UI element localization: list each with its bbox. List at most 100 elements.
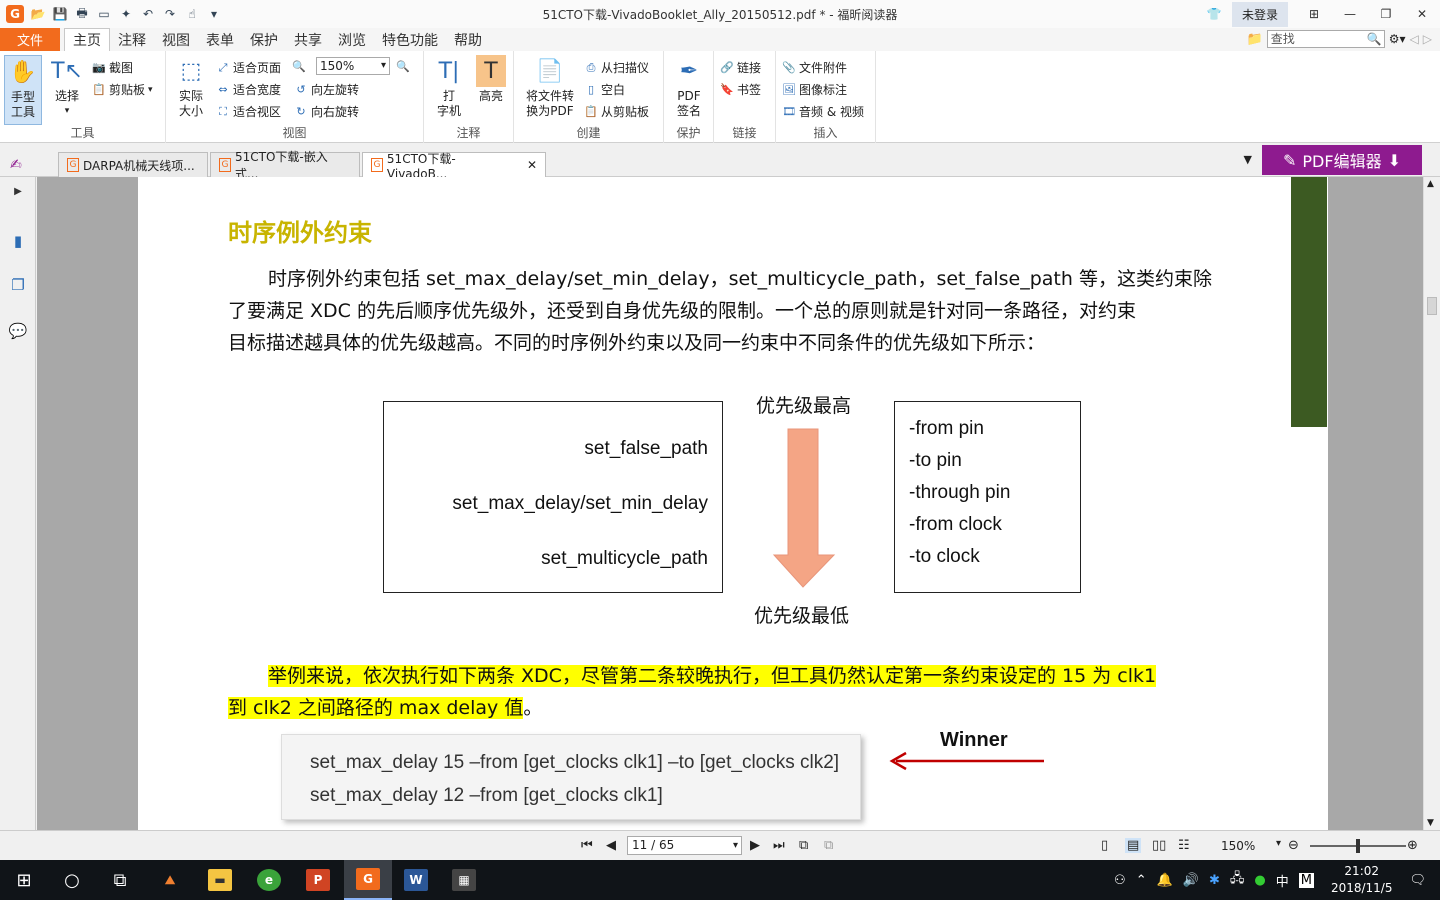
tray-expand-icon[interactable]: ⌃ bbox=[1136, 873, 1147, 888]
search-input[interactable]: 查找 🔍 bbox=[1266, 30, 1385, 48]
skin-icon[interactable]: 👕 bbox=[1196, 0, 1232, 28]
customize-qat-icon[interactable]: ▾ bbox=[206, 6, 222, 22]
page-number-input[interactable]: 11 / 65 bbox=[627, 836, 742, 855]
calculator-icon[interactable]: ▦ bbox=[440, 860, 488, 900]
bookmark-button[interactable]: 🔖 书签 bbox=[720, 81, 761, 98]
new-doc-icon[interactable]: ✦ bbox=[118, 6, 134, 22]
close-button[interactable]: ✕ bbox=[1404, 0, 1440, 28]
next-result-icon[interactable]: ▷ bbox=[1423, 32, 1432, 46]
security-icon[interactable]: ● bbox=[1254, 873, 1265, 888]
scroll-up-icon[interactable]: ▲ bbox=[1427, 179, 1434, 189]
blank-button[interactable]: ▯ 空白 bbox=[584, 81, 625, 98]
file-menu[interactable]: 文件 bbox=[0, 28, 60, 51]
powerpoint-icon[interactable]: P bbox=[294, 860, 342, 900]
zoom-slider[interactable] bbox=[1310, 839, 1406, 853]
zoom-level[interactable]: 150% bbox=[1221, 839, 1255, 853]
convert-to-pdf-button[interactable]: 📄 将文件转 换为PDF bbox=[522, 55, 578, 119]
layers-icon[interactable]: ❐ bbox=[9, 275, 27, 295]
doc-tab-3[interactable]: G 51CTO下载-VivadoB... ✕ bbox=[362, 152, 546, 181]
undo-icon[interactable]: ↶ bbox=[140, 6, 156, 22]
save-icon[interactable]: 💾 bbox=[52, 6, 68, 22]
ime-indicator[interactable]: 中 bbox=[1276, 871, 1289, 890]
properties-icon[interactable]: ▭ bbox=[96, 6, 112, 22]
select-tool-button[interactable]: T↖ 选择 ▾ bbox=[50, 55, 84, 119]
clipboard-button[interactable]: 📋 剪贴板 ▾ bbox=[92, 81, 152, 98]
link-button[interactable]: 🔗 链接 bbox=[720, 59, 761, 76]
tab-features[interactable]: 特色功能 bbox=[374, 28, 446, 51]
print-icon[interactable]: 🖶 bbox=[74, 6, 90, 22]
open-folder-icon[interactable]: 📂 bbox=[30, 6, 46, 22]
file-explorer-icon[interactable]: ▬ bbox=[196, 860, 244, 900]
notification-bell-icon[interactable]: 🔔 bbox=[1157, 873, 1173, 888]
scroll-down-icon[interactable]: ▼ bbox=[1427, 818, 1434, 828]
continuous-facing-icon[interactable]: ☷ bbox=[1178, 838, 1190, 853]
single-page-icon[interactable]: ▯ bbox=[1101, 838, 1108, 853]
system-clock[interactable]: 21:02 2018/11/5 bbox=[1331, 863, 1393, 897]
foxit-reader-taskbar-icon[interactable]: G bbox=[344, 860, 392, 900]
ribbon-toggle-icon[interactable]: ⊞ bbox=[1296, 0, 1332, 28]
hand-tool-button[interactable]: ✋ 手型 工具 bbox=[4, 55, 42, 125]
close-tab-icon[interactable]: ✕ bbox=[527, 158, 537, 172]
vertical-scrollbar[interactable]: ▲ ▼ bbox=[1423, 177, 1440, 830]
tab-list-dropdown-icon[interactable]: ▼ bbox=[1244, 153, 1252, 166]
tab-form[interactable]: 表单 bbox=[198, 28, 242, 51]
tab-browse[interactable]: 浏览 bbox=[330, 28, 374, 51]
pdf-sign-button[interactable]: ✒ PDF 签名 bbox=[670, 55, 708, 119]
zoom-slider-knob[interactable] bbox=[1356, 839, 1360, 853]
doc-tab-2[interactable]: G 51CTO下载-嵌入式... bbox=[210, 150, 360, 181]
pages-icon[interactable]: ▮ bbox=[9, 231, 27, 251]
pdf-editor-button[interactable]: ✎ PDF编辑器 ⬇ bbox=[1262, 145, 1422, 175]
people-icon[interactable]: ⚇ bbox=[1114, 873, 1126, 888]
last-page-icon[interactable]: ⏭ bbox=[773, 838, 785, 853]
fit-visible-button[interactable]: ⛶ 适合视区 bbox=[216, 103, 281, 120]
prev-view-icon[interactable]: ⧉ bbox=[799, 838, 808, 853]
redo-icon[interactable]: ↷ bbox=[162, 6, 178, 22]
tab-share[interactable]: 共享 bbox=[286, 28, 330, 51]
screenshot-button[interactable]: 📷 截图 bbox=[92, 59, 133, 76]
expand-panel-icon[interactable]: ▶ bbox=[9, 181, 27, 201]
actual-size-button[interactable]: ⬚ 实际 大小 bbox=[174, 55, 208, 119]
facing-page-icon[interactable]: ▯▯ bbox=[1152, 838, 1166, 853]
continuous-page-icon[interactable]: ▤ bbox=[1125, 838, 1142, 853]
fit-width-button[interactable]: ⇔ 适合宽度 bbox=[216, 81, 281, 98]
prev-result-icon[interactable]: ◁ bbox=[1410, 32, 1419, 46]
task-view-icon[interactable]: ⧉ bbox=[96, 860, 144, 900]
next-view-icon[interactable]: ⧉ bbox=[824, 838, 833, 853]
network-icon[interactable]: 🖧 bbox=[1230, 869, 1245, 891]
login-button[interactable]: 未登录 bbox=[1231, 1, 1288, 27]
from-scanner-button[interactable]: ⎙ 从扫描仪 bbox=[584, 59, 649, 76]
bluetooth-icon[interactable]: ✱ bbox=[1209, 873, 1220, 888]
from-clipboard-button[interactable]: 📋 从剪贴板 bbox=[584, 103, 649, 120]
tab-protect[interactable]: 保护 bbox=[242, 28, 286, 51]
browser-icon[interactable]: e bbox=[245, 860, 293, 900]
ime-mode-indicator[interactable]: M bbox=[1298, 872, 1314, 888]
sign-tab-icon[interactable]: ✍ bbox=[10, 157, 22, 173]
file-attachment-button[interactable]: 📎 文件附件 bbox=[782, 59, 847, 76]
rotate-left-button[interactable]: ↺ 向左旋转 bbox=[294, 81, 359, 98]
zoom-in-icon[interactable]: 🔍 bbox=[396, 59, 410, 73]
zoom-dropdown-icon[interactable]: ▾ bbox=[1276, 838, 1281, 849]
search-icon[interactable]: 🔍 bbox=[1367, 31, 1382, 47]
tab-comment[interactable]: 注释 bbox=[110, 28, 154, 51]
first-page-icon[interactable]: ⏮ bbox=[581, 838, 593, 853]
fit-page-button[interactable]: ⤢ 适合页面 bbox=[216, 59, 281, 76]
zoom-in-circle-icon[interactable]: ⊕ bbox=[1407, 838, 1418, 853]
highlight-button[interactable]: T 高亮 bbox=[474, 55, 508, 104]
next-page-icon[interactable]: ▶ bbox=[750, 838, 760, 853]
volume-icon[interactable]: 🔊 bbox=[1183, 873, 1199, 888]
windows-start-icon[interactable]: ⊞ bbox=[0, 860, 48, 900]
minimize-button[interactable]: — bbox=[1332, 0, 1368, 28]
typewriter-button[interactable]: T| 打 字机 bbox=[432, 55, 466, 119]
rotate-right-button[interactable]: ↻ 向右旋转 bbox=[294, 103, 359, 120]
image-annotation-button[interactable]: 🖼 图像标注 bbox=[782, 81, 847, 98]
audio-video-button[interactable]: 🎞 音频 & 视频 bbox=[782, 103, 864, 120]
zoom-out-circle-icon[interactable]: ⊖ bbox=[1288, 838, 1299, 853]
tab-help[interactable]: 帮助 bbox=[446, 28, 490, 51]
prev-page-icon[interactable]: ◀ bbox=[606, 838, 616, 853]
cortana-search-icon[interactable]: ○ bbox=[48, 860, 96, 900]
search-folder-icon[interactable]: 📁 bbox=[1247, 32, 1263, 47]
hand-dropdown-icon[interactable]: ☝ bbox=[184, 6, 200, 22]
tab-view[interactable]: 视图 bbox=[154, 28, 198, 51]
action-center-icon[interactable]: 🗨 bbox=[1409, 873, 1426, 888]
matlab-icon[interactable]: ⛰ bbox=[146, 860, 194, 900]
